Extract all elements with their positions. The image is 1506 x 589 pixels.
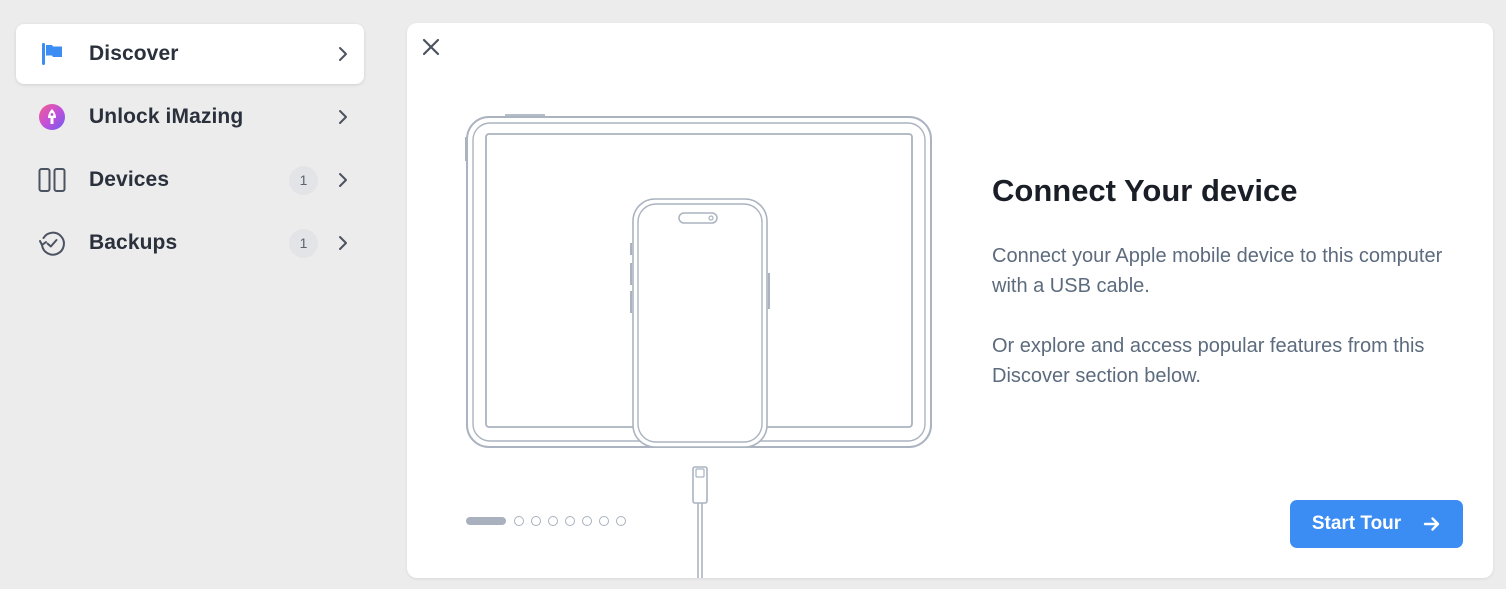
chevron-right-icon [336, 45, 350, 63]
sidebar-item-devices[interactable]: Devices 1 [16, 150, 364, 210]
sidebar-item-label: Discover [89, 42, 179, 65]
pagination-dot[interactable] [531, 516, 541, 526]
chevron-right-icon [336, 234, 350, 252]
pagination-dot-active[interactable] [466, 517, 506, 525]
discover-panel: Connect Your device Connect your Apple m… [407, 23, 1493, 578]
flag-icon [38, 40, 66, 68]
devices-icon [38, 166, 66, 194]
pagination-dot[interactable] [565, 516, 575, 526]
page-title: Connect Your device [992, 173, 1298, 208]
pagination-dot[interactable] [599, 516, 609, 526]
sidebar: Discover Unlock iMazing Devices 1 Backup… [16, 24, 364, 276]
count-badge: 1 [289, 228, 318, 258]
sidebar-item-discover[interactable]: Discover [16, 24, 364, 84]
start-tour-button[interactable]: Start Tour [1290, 500, 1463, 548]
pagination-dot[interactable] [514, 516, 524, 526]
backup-icon [38, 229, 66, 257]
count-badge: 1 [289, 165, 318, 195]
pagination-dot[interactable] [582, 516, 592, 526]
chevron-right-icon [336, 108, 350, 126]
pagination-dot[interactable] [616, 516, 626, 526]
chevron-right-icon [336, 171, 350, 189]
pagination [466, 516, 633, 526]
sidebar-item-unlock-imazing[interactable]: Unlock iMazing [16, 87, 364, 147]
arrow-right-icon [1423, 516, 1441, 532]
pagination-dot[interactable] [548, 516, 558, 526]
description-text: Connect your Apple mobile device to this… [992, 245, 1443, 297]
description-text: Or explore and access popular features f… [992, 335, 1425, 387]
sidebar-item-label: Backups [89, 231, 178, 254]
sidebar-item-label: Devices [89, 168, 170, 191]
sidebar-item-backups[interactable]: Backups 1 [16, 213, 364, 273]
unlock-icon [38, 103, 66, 131]
sidebar-item-label: Unlock iMazing [89, 105, 244, 128]
close-icon[interactable] [419, 35, 443, 59]
start-tour-label: Start Tour [1311, 513, 1402, 534]
device-connection-illustration [465, 114, 932, 578]
